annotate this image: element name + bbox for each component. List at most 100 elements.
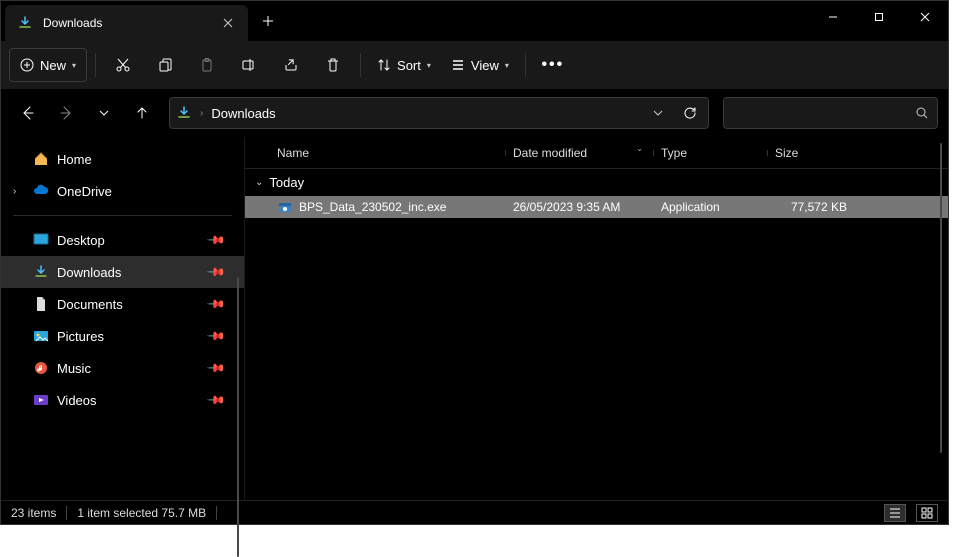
toolbar-divider bbox=[525, 53, 526, 77]
sidebar-item-label: Pictures bbox=[57, 329, 104, 344]
status-divider bbox=[66, 506, 67, 520]
column-date[interactable]: Date modified⌄ bbox=[505, 146, 653, 160]
sidebar-item-label: Desktop bbox=[57, 233, 105, 248]
address-history-button[interactable] bbox=[646, 101, 670, 125]
forward-button[interactable] bbox=[49, 96, 83, 130]
sidebar-item-downloads[interactable]: Downloads📌 bbox=[1, 256, 244, 288]
navigation-bar: › Downloads bbox=[1, 89, 948, 137]
new-label: New bbox=[40, 58, 66, 73]
chevron-down-icon: ▾ bbox=[427, 61, 431, 70]
share-icon bbox=[283, 57, 299, 73]
paste-button[interactable] bbox=[188, 48, 226, 82]
back-button[interactable] bbox=[11, 96, 45, 130]
chevron-down-icon bbox=[653, 108, 663, 118]
thumbnails-view-button[interactable] bbox=[916, 504, 938, 522]
sidebar-scrollbar[interactable] bbox=[237, 277, 239, 557]
sidebar-item-home[interactable]: Home bbox=[1, 143, 244, 175]
command-bar: New ▾ Sort ▾ View ▾ bbox=[1, 41, 948, 89]
chevron-down-icon bbox=[98, 107, 110, 119]
view-button[interactable]: View ▾ bbox=[443, 48, 517, 82]
column-type[interactable]: Type bbox=[653, 146, 767, 160]
sidebar-item-label: Downloads bbox=[57, 265, 121, 280]
address-bar[interactable]: › Downloads bbox=[169, 97, 709, 129]
title-drag-area[interactable] bbox=[288, 1, 810, 41]
delete-button[interactable] bbox=[314, 48, 352, 82]
column-headers: Name Date modified⌄ Type Size bbox=[245, 137, 948, 169]
search-input[interactable] bbox=[732, 106, 915, 121]
new-tab-button[interactable] bbox=[248, 1, 288, 41]
view-label: View bbox=[471, 58, 499, 73]
paste-icon bbox=[199, 57, 215, 73]
sort-icon bbox=[377, 58, 391, 72]
window-tab[interactable]: Downloads bbox=[5, 5, 248, 41]
group-header[interactable]: ⌄ Today bbox=[245, 169, 948, 196]
tab-close-button[interactable] bbox=[220, 15, 236, 31]
copy-button[interactable] bbox=[146, 48, 184, 82]
onedrive-icon bbox=[33, 183, 49, 199]
pin-icon: 📌 bbox=[206, 230, 226, 250]
downloads-icon bbox=[17, 15, 33, 31]
toolbar-divider bbox=[95, 53, 96, 77]
navigation-pane: Home›OneDrive Desktop📌Downloads📌Document… bbox=[1, 137, 245, 500]
file-explorer-window: Downloads New ▾ bbox=[0, 0, 949, 525]
cut-button[interactable] bbox=[104, 48, 142, 82]
sort-label: Sort bbox=[397, 58, 421, 73]
maximize-button[interactable] bbox=[856, 1, 902, 33]
sidebar-item-onedrive[interactable]: ›OneDrive bbox=[1, 175, 244, 207]
chevron-down-icon: ▾ bbox=[505, 61, 509, 70]
pin-icon: 📌 bbox=[206, 358, 226, 378]
plus-circle-icon bbox=[20, 58, 34, 72]
rename-icon bbox=[241, 57, 257, 73]
arrow-left-icon bbox=[20, 105, 36, 121]
sidebar-item-documents[interactable]: Documents📌 bbox=[1, 288, 244, 320]
content-scrollbar[interactable] bbox=[940, 143, 942, 453]
music-icon bbox=[33, 360, 49, 376]
desktop-icon bbox=[33, 232, 49, 248]
file-size: 77,572 KB bbox=[767, 200, 855, 214]
pin-icon: 📌 bbox=[206, 326, 226, 346]
details-view-icon bbox=[889, 507, 901, 519]
downloads-icon bbox=[176, 105, 192, 121]
column-name[interactable]: Name bbox=[269, 146, 505, 160]
sidebar-item-label: Home bbox=[57, 152, 92, 167]
minimize-button[interactable] bbox=[810, 1, 856, 33]
toolbar-divider bbox=[360, 53, 361, 77]
share-button[interactable] bbox=[272, 48, 310, 82]
sort-indicator-icon: ⌄ bbox=[636, 144, 643, 153]
downloads-icon bbox=[33, 264, 49, 280]
documents-icon bbox=[33, 296, 49, 312]
up-button[interactable] bbox=[125, 96, 159, 130]
chevron-down-icon: ⌄ bbox=[255, 177, 263, 188]
column-size[interactable]: Size bbox=[767, 146, 855, 160]
title-bar: Downloads bbox=[1, 1, 948, 41]
close-button[interactable] bbox=[902, 1, 948, 33]
file-row[interactable]: BPS_Data_230502_inc.exe26/05/2023 9:35 A… bbox=[245, 196, 948, 218]
breadcrumb-location[interactable]: Downloads bbox=[211, 106, 275, 121]
file-list-area: Name Date modified⌄ Type Size ⌄ Today BP… bbox=[245, 137, 948, 500]
search-box[interactable] bbox=[723, 97, 938, 129]
status-selection: 1 item selected 75.7 MB bbox=[77, 506, 206, 520]
new-button[interactable]: New ▾ bbox=[9, 48, 87, 82]
sort-button[interactable]: Sort ▾ bbox=[369, 48, 439, 82]
sidebar-item-pictures[interactable]: Pictures 📌 bbox=[1, 320, 244, 352]
sidebar-separator bbox=[13, 215, 232, 216]
trash-icon bbox=[325, 57, 341, 73]
scissors-icon bbox=[115, 57, 131, 73]
tab-title: Downloads bbox=[43, 16, 210, 30]
file-type: Application bbox=[653, 200, 767, 214]
sidebar-item-label: OneDrive bbox=[57, 184, 112, 199]
videos-icon bbox=[33, 392, 49, 408]
more-button[interactable]: ••• bbox=[534, 48, 572, 82]
file-date: 26/05/2023 9:35 AM bbox=[505, 200, 653, 214]
sidebar-item-music[interactable]: Music📌 bbox=[1, 352, 244, 384]
sidebar-item-videos[interactable]: Videos📌 bbox=[1, 384, 244, 416]
refresh-button[interactable] bbox=[678, 101, 702, 125]
sidebar-item-desktop[interactable]: Desktop 📌 bbox=[1, 224, 244, 256]
rename-button[interactable] bbox=[230, 48, 268, 82]
details-view-button[interactable] bbox=[884, 504, 906, 522]
recent-locations-button[interactable] bbox=[87, 96, 121, 130]
status-bar: 23 items 1 item selected 75.7 MB bbox=[1, 500, 948, 524]
window-controls bbox=[810, 1, 948, 41]
view-icon bbox=[451, 58, 465, 72]
pin-icon: 📌 bbox=[206, 390, 226, 410]
